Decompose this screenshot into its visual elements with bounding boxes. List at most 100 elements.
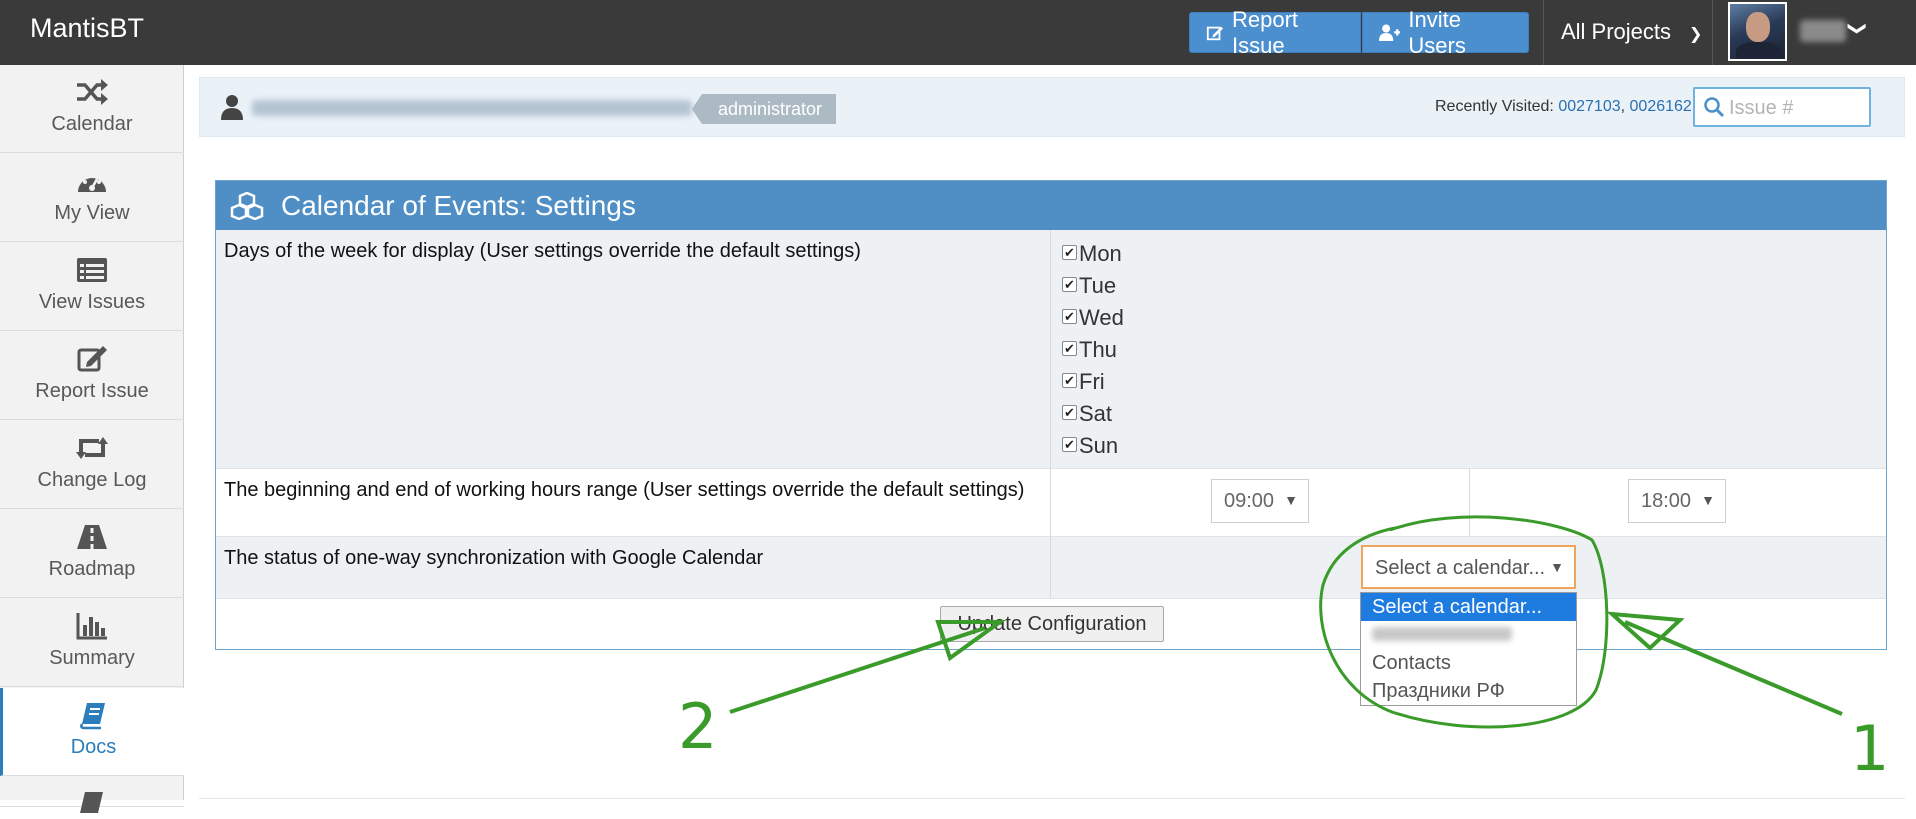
bar-chart-icon [76, 613, 107, 640]
annotation-label-1: 1 [1850, 712, 1890, 785]
days-row: Days of the week for display (User setti… [216, 230, 1886, 469]
dropdown-option[interactable]: Contacts [1361, 649, 1576, 677]
top-navbar: MantisBT Report Issue Invite Users All P… [0, 0, 1916, 65]
day-checkbox-mon[interactable]: ✔ Mon [1062, 238, 1124, 270]
panel-title: Calendar of Events: Settings [281, 190, 636, 221]
start-time-value: 09:00 [1224, 490, 1275, 512]
caret-down-icon: ▼ [1284, 492, 1298, 508]
calendar-select[interactable]: Select a calendar... ▼ [1361, 545, 1576, 589]
sync-row: The status of one-way synchronization wi… [216, 537, 1886, 599]
day-label: Sat [1079, 401, 1113, 426]
panel-header: Calendar of Events: Settings [216, 181, 1886, 230]
checkbox[interactable]: ✔ [1062, 277, 1077, 292]
sidebar-item-change-log[interactable]: Change Log [0, 421, 184, 509]
report-issue-button[interactable]: Report Issue [1189, 7, 1361, 58]
brand-logo[interactable]: MantisBT [30, 13, 144, 44]
chevron-down-icon[interactable]: ❯ [1847, 21, 1868, 36]
day-label: Thu [1079, 337, 1117, 362]
project-selector[interactable]: All Projects ❯ [1561, 19, 1702, 45]
checkbox[interactable]: ✔ [1062, 405, 1077, 420]
dropdown-option[interactable]: Select a calendar... [1361, 593, 1576, 621]
book-icon [80, 792, 103, 813]
project-selector-label: All Projects [1561, 19, 1672, 44]
cubes-icon [230, 192, 264, 220]
column-divider [1050, 230, 1051, 469]
sidebar-item-more[interactable] [0, 777, 184, 813]
end-time-select[interactable]: 18:00 ▼ [1628, 479, 1726, 523]
navbar-divider [1543, 0, 1544, 65]
report-issue-label: Report Issue [1231, 6, 1299, 58]
settings-panel: Calendar of Events: Settings Days of the… [215, 180, 1887, 650]
content-divider [199, 798, 1905, 799]
issue-search-input[interactable] [1729, 95, 1859, 121]
dashboard-icon [78, 174, 106, 192]
day-label: Mon [1079, 241, 1122, 266]
update-configuration-button[interactable]: Update Configuration [940, 606, 1164, 642]
recently-visited-label: Recently Visited: [1435, 98, 1554, 115]
day-checkbox-sat[interactable]: ✔ Sat [1062, 398, 1124, 430]
dropdown-option-redacted[interactable] [1361, 621, 1576, 649]
checkbox[interactable]: ✔ [1062, 245, 1077, 260]
start-time-select[interactable]: 09:00 ▼ [1211, 479, 1309, 523]
day-label: Fri [1079, 369, 1105, 394]
add-user-icon [1379, 24, 1401, 41]
sidebar-item-label: Docs [70, 736, 117, 758]
sidebar-item-summary[interactable]: Summary [0, 599, 184, 687]
day-label: Wed [1079, 305, 1124, 330]
invite-users-label: Invite Users [1408, 6, 1466, 58]
recently-visited: Recently Visited: 0027103, 0026162 [1435, 98, 1692, 115]
recent-issue-link[interactable]: 0027103 [1558, 98, 1620, 115]
hours-row: The beginning and end of working hours r… [216, 469, 1886, 537]
sidebar-item-docs[interactable]: Docs [0, 688, 184, 776]
day-label: Sun [1079, 433, 1119, 458]
day-checkbox-tue[interactable]: ✔ Tue [1062, 270, 1124, 302]
checkbox[interactable]: ✔ [1062, 341, 1077, 356]
sidebar-item-calendar[interactable]: Calendar [0, 65, 184, 153]
column-divider [1469, 469, 1470, 537]
user-icon [221, 95, 243, 120]
sidebar-item-label: Calendar [51, 113, 133, 135]
search-icon [1704, 97, 1725, 118]
sidebar-item-label: Change Log [37, 469, 147, 491]
day-checkbox-thu[interactable]: ✔ Thu [1062, 334, 1124, 366]
sidebar-item-label: View Issues [38, 291, 146, 313]
user-name-redacted[interactable] [1800, 20, 1846, 42]
sidebar-item-view-issues[interactable]: View Issues [0, 243, 184, 331]
day-label: Tue [1079, 273, 1117, 298]
day-checkbox-sun[interactable]: ✔ Sun [1062, 430, 1124, 462]
shuffle-icon [77, 79, 108, 105]
days-checklist: ✔ Mon ✔ Tue ✔ Wed ✔ Thu ✔ Fri ✔ Sat ✔ Sun [1062, 238, 1124, 462]
navbar-divider [1712, 0, 1713, 65]
annotation-label-2: 2 [678, 690, 718, 763]
column-divider [1050, 469, 1051, 537]
hours-label: The beginning and end of working hours r… [224, 479, 1025, 501]
role-badge: administrator [691, 94, 837, 124]
day-checkbox-wed[interactable]: ✔ Wed [1062, 302, 1124, 334]
dropdown-option[interactable]: Праздники РФ [1361, 677, 1576, 705]
sidebar-item-label: My View [54, 202, 130, 224]
calendar-select-value: Select a calendar... [1375, 557, 1546, 579]
caret-down-icon: ▼ [1550, 559, 1564, 575]
issue-search-box[interactable] [1693, 87, 1871, 127]
day-checkbox-fri[interactable]: ✔ Fri [1062, 366, 1124, 398]
checkbox[interactable]: ✔ [1062, 437, 1077, 452]
retweet-icon [76, 437, 108, 459]
sidebar-item-my-view[interactable]: My View [0, 154, 184, 242]
breadcrumb: administrator Recently Visited: 0027103,… [199, 77, 1905, 137]
sidebar-item-label: Summary [49, 647, 135, 669]
avatar[interactable] [1728, 2, 1787, 61]
sidebar-item-report-issue[interactable]: Report Issue [0, 332, 184, 420]
sync-label: The status of one-way synchronization wi… [224, 547, 764, 569]
sidebar-item-roadmap[interactable]: Roadmap [0, 510, 184, 598]
recent-issue-link[interactable]: 0026162 [1630, 98, 1692, 115]
calendar-dropdown-list: Select a calendar... Contacts Праздники … [1360, 592, 1577, 706]
edit-icon [77, 346, 107, 372]
column-divider [1050, 537, 1051, 599]
checkbox[interactable]: ✔ [1062, 309, 1077, 324]
days-label: Days of the week for display (User setti… [224, 240, 861, 262]
invite-users-button[interactable]: Invite Users [1362, 7, 1529, 58]
sidebar-item-label: Report Issue [35, 380, 149, 402]
sidebar-item-label: Roadmap [48, 558, 136, 580]
checkbox[interactable]: ✔ [1062, 373, 1077, 388]
list-icon [77, 258, 107, 282]
